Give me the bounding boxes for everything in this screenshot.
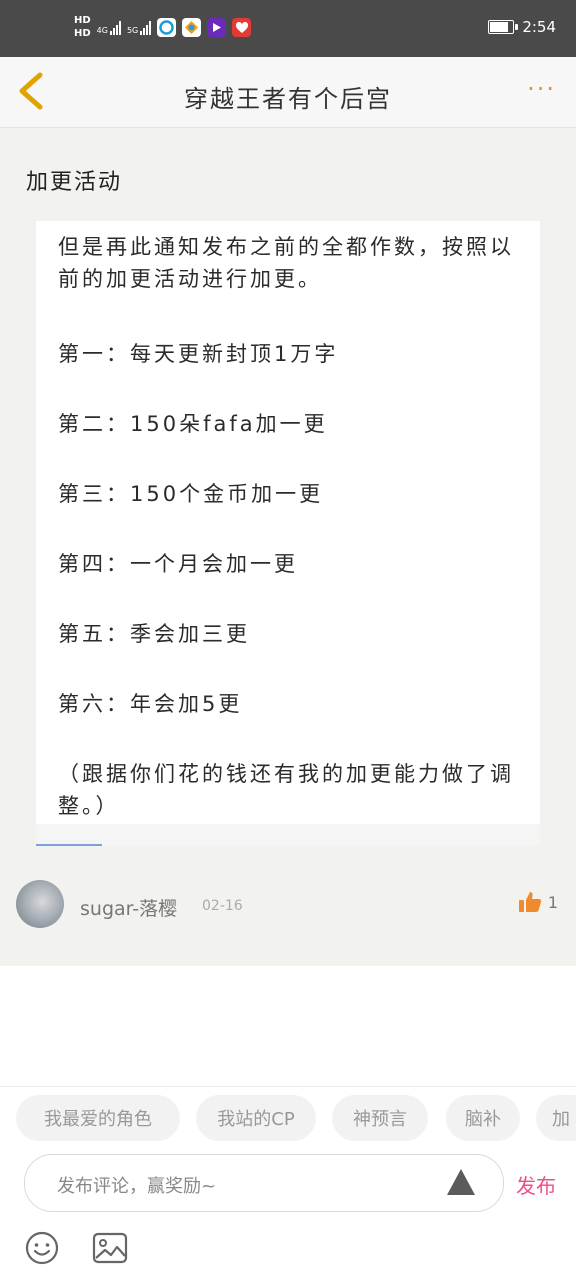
battery-icon <box>488 20 519 34</box>
image-divider <box>36 844 102 846</box>
comment-username[interactable]: sugar-落樱 <box>80 894 177 921</box>
comment-input-placeholder: 发布评论，赢奖励~ <box>57 1176 217 1197</box>
status-right: 2:54 <box>488 18 556 36</box>
tag-chip[interactable]: 我站的CP <box>196 1095 316 1141</box>
network-type-1: 4G <box>96 25 108 35</box>
image-icon <box>92 1232 128 1264</box>
emoji-button[interactable] <box>24 1230 60 1266</box>
like-count: 1 <box>547 893 558 912</box>
notification-app-icon <box>182 18 202 37</box>
tag-chip[interactable]: 神预言 <box>332 1095 428 1141</box>
network-type-2: 5G <box>126 25 139 35</box>
post-paragraph: 第五：季会加三更 <box>58 622 250 646</box>
signal-bars-icon <box>109 20 121 35</box>
post-paragraph: 第一：每天更新封顶1万字 <box>58 342 339 366</box>
status-left: HD HD 4G 5G <box>74 16 252 39</box>
signal-2: 5G <box>126 20 152 35</box>
clock: 2:54 <box>522 18 556 36</box>
post-title: 加更活动 <box>26 170 123 195</box>
nav-bar: 穿越王者有个后宫 ··· <box>0 57 576 128</box>
hd-indicator: HD HD <box>74 16 91 39</box>
image-bottom-strip <box>36 824 540 846</box>
signal-1: 4G <box>96 20 121 35</box>
notification-app-icon <box>157 18 177 37</box>
publish-button[interactable]: 发布 <box>516 1170 556 1199</box>
post-paragraph: 第四：一个月会加一更 <box>58 552 298 576</box>
avatar[interactable] <box>16 880 64 928</box>
emoji-icon <box>25 1231 59 1265</box>
battery-level <box>490 22 509 32</box>
tag-bar: 我最爱的角色 我站的CP 神预言 脑补 加 <box>0 1086 576 1153</box>
signal-bars-icon <box>140 20 152 35</box>
thumbs-up-icon <box>519 892 542 912</box>
post-paragraph: 第二：150朵fafa加一更 <box>58 412 328 436</box>
more-menu-button[interactable]: ··· <box>527 75 556 103</box>
post-paragraph: 第三：150个金币加一更 <box>58 482 324 506</box>
image-upload-button[interactable] <box>92 1232 128 1264</box>
post-paragraph: 第六：年会加5更 <box>58 692 243 716</box>
send-arrow-icon[interactable] <box>447 1169 475 1195</box>
post-content: 加更活动 但是再此通知发布之前的全都作数，按照以前的加更活动进行加更。 第一：每… <box>0 128 576 966</box>
post-paragraph: 但是再此通知发布之前的全都作数，按照以前的加更活动进行加更。 <box>58 235 514 291</box>
comment-row: sugar-落樱 02-16 1 <box>16 880 560 930</box>
notification-app-icon <box>232 18 252 37</box>
like-button[interactable] <box>518 890 542 914</box>
hd-label-2: HD <box>74 28 91 39</box>
comment-input[interactable]: 发布评论，赢奖励~ <box>24 1154 504 1212</box>
notification-app-icon <box>207 18 227 37</box>
status-bar: HD HD 4G 5G 2:54 <box>0 0 576 57</box>
page-title: 穿越王者有个后宫 <box>184 85 392 113</box>
tag-chip[interactable]: 我最爱的角色 <box>16 1095 180 1141</box>
post-paragraph: （跟据你们花的钱还有我的加更能力做了调整。） <box>58 762 514 818</box>
hd-label-1: HD <box>74 15 91 26</box>
post-image[interactable]: 但是再此通知发布之前的全都作数，按照以前的加更活动进行加更。 第一：每天更新封顶… <box>36 221 540 846</box>
tag-chip[interactable]: 加 <box>536 1095 576 1141</box>
tag-chip[interactable]: 脑补 <box>446 1095 520 1141</box>
comment-date: 02-16 <box>202 898 243 914</box>
